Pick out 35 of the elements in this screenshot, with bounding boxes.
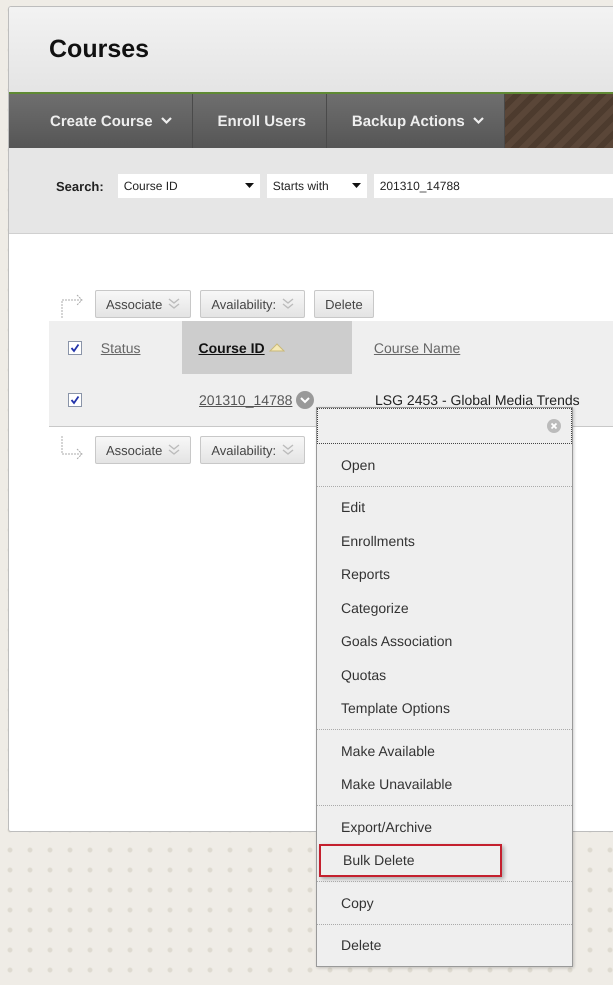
menu-item[interactable]: Export/Archive [317, 810, 572, 844]
column-header[interactable]: Course Name [374, 321, 613, 374]
course-id-link[interactable]: 201310_14788 [199, 392, 292, 408]
chevron-circle-icon[interactable] [296, 391, 314, 409]
menu-item[interactable]: Template Options [317, 692, 572, 725]
action-button[interactable]: Delete [314, 290, 374, 318]
checkbox[interactable] [68, 340, 82, 354]
search-label: Search: [56, 178, 104, 196]
column-header[interactable]: Course ID [182, 321, 352, 374]
menu-item[interactable]: Quotas [317, 658, 572, 692]
action-button[interactable]: Associate [95, 290, 192, 318]
operator-select[interactable]: Starts with [266, 174, 367, 198]
menu-item[interactable]: Copy [317, 886, 572, 920]
menu-item[interactable]: Categorize [317, 591, 572, 624]
column-header[interactable]: Status [100, 321, 182, 374]
menu-item[interactable]: Goals Association [317, 624, 572, 658]
menu-item[interactable]: Open [317, 448, 572, 482]
checkbox[interactable] [68, 393, 82, 407]
action-button[interactable]: Associate [95, 436, 192, 464]
menu-item[interactable]: Make Available [317, 734, 572, 768]
caret-icon [244, 183, 254, 189]
search-field[interactable]: 201310_14788 [374, 174, 613, 198]
course-name: LSG 2453 - Global Media Trends [375, 392, 580, 408]
menu-item[interactable]: Make Unavailable [317, 768, 572, 801]
action-button[interactable]: Availability: [200, 290, 306, 318]
sort-up-icon [268, 343, 285, 352]
menu-item[interactable]: Enrollments [317, 524, 572, 558]
field-select[interactable]: Course ID [118, 174, 260, 198]
caret-icon [352, 183, 361, 189]
page-title: Courses [49, 35, 150, 64]
menu-item[interactable]: Reports [317, 558, 572, 591]
menu-item[interactable]: Bulk Delete [319, 844, 502, 877]
menu-item[interactable]: Edit [317, 490, 572, 524]
action-button[interactable]: Availability: [200, 436, 306, 464]
menu-item[interactable]: Delete [317, 928, 572, 962]
